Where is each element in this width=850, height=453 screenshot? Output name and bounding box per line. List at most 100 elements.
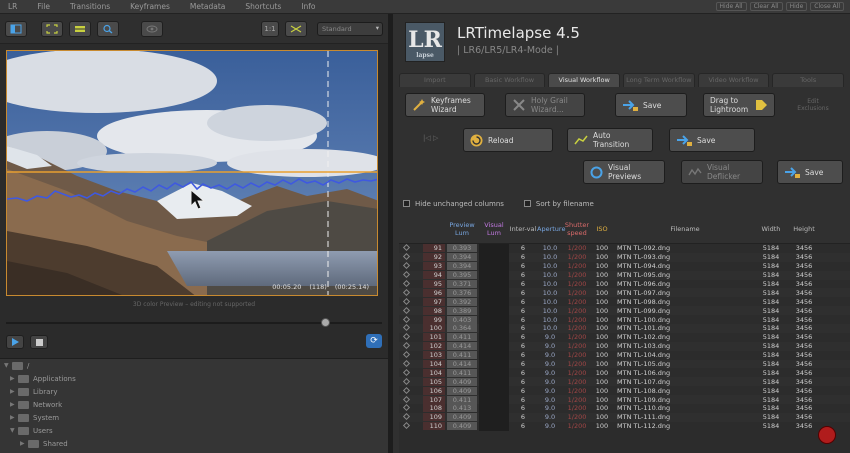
menu-item-transitions[interactable]: Transitions bbox=[70, 2, 110, 11]
col-iso[interactable]: ISO bbox=[591, 225, 613, 233]
expand-icon[interactable]: ▶ bbox=[10, 375, 18, 382]
navigate-arrows[interactable]: |◁ ▷ bbox=[423, 134, 438, 142]
table-row[interactable]: 105 0.409 6 9.0 1/200 100 MTN TL-107.dng 5184 34… bbox=[399, 377, 850, 387]
col-shutter-speed[interactable]: Shutter speed bbox=[563, 221, 591, 237]
keyframe-diamond-icon[interactable] bbox=[399, 359, 413, 368]
hide-unchanged-checkbox[interactable]: Hide unchanged columns bbox=[403, 200, 504, 208]
table-row[interactable]: 94 0.395 6 10.0 1/200 100 MTN TL-095.dng 5184 34… bbox=[399, 270, 850, 280]
table-row[interactable]: 104 0.411 6 9.0 1/200 100 MTN TL-106.dng 5184 34… bbox=[399, 368, 850, 378]
clear-all-button[interactable]: Clear All bbox=[749, 2, 783, 11]
table-row[interactable]: 97 0.392 6 10.0 1/200 100 MTN TL-098.dng 5184 34… bbox=[399, 297, 850, 307]
table-row[interactable]: 109 0.409 6 9.0 1/200 100 MTN TL-111.dng 5184 34… bbox=[399, 412, 850, 422]
crossfade-button[interactable] bbox=[285, 20, 307, 37]
keyframe-diamond-icon[interactable] bbox=[399, 395, 413, 404]
hide-button[interactable]: Hide bbox=[785, 2, 808, 11]
keyframe-diamond-icon[interactable] bbox=[399, 413, 413, 421]
keyframe-diamond-icon[interactable] bbox=[399, 377, 413, 386]
tree-item[interactable]: ▶ Network bbox=[0, 398, 388, 411]
col-width[interactable]: Width bbox=[753, 225, 789, 233]
keyframe-diamond-icon[interactable] bbox=[399, 368, 413, 377]
visual-deflicker-button[interactable]: Visual Deflicker bbox=[681, 160, 763, 184]
table-row[interactable]: 99 0.403 6 10.0 1/200 100 MTN TL-100.dng 5184 34… bbox=[399, 315, 850, 325]
table-row[interactable]: 108 0.413 6 9.0 1/200 100 MTN TL-110.dng 5184 34… bbox=[399, 404, 850, 413]
expand-icon[interactable]: ▶ bbox=[20, 440, 28, 447]
holy-grail-wizard-button[interactable]: Holy Grail Wizard... bbox=[505, 93, 585, 117]
timeline-thumb[interactable] bbox=[320, 318, 330, 327]
tree-item[interactable]: ▶ Shared bbox=[0, 437, 388, 450]
sort-by-filename-checkbox[interactable]: Sort by filename bbox=[523, 200, 594, 208]
tree-item[interactable]: ▶ Library bbox=[0, 385, 388, 398]
hide-all-button[interactable]: Hide All bbox=[715, 2, 747, 11]
fullscreen-button[interactable] bbox=[41, 20, 63, 37]
table-row[interactable]: 104 0.414 6 9.0 1/200 100 MTN TL-105.dng 5184 34… bbox=[399, 359, 850, 369]
tab-long-term-workflow[interactable]: Long Term Workflow bbox=[623, 73, 695, 87]
curve-view-button[interactable] bbox=[69, 20, 91, 37]
menu-item-info[interactable]: Info bbox=[301, 2, 315, 11]
table-row[interactable]: 98 0.389 6 10.0 1/200 100 MTN TL-099.dng 5184 34… bbox=[399, 306, 850, 316]
menu-item-lr[interactable]: LR bbox=[8, 2, 17, 11]
collapse-icon[interactable]: ▼ bbox=[4, 362, 12, 369]
timeline-slider[interactable] bbox=[6, 318, 382, 328]
menu-item-shortcuts[interactable]: Shortcuts bbox=[245, 2, 281, 11]
collapse-icon[interactable]: ▼ bbox=[10, 427, 18, 434]
reload-button[interactable]: Reload bbox=[463, 128, 553, 152]
keyframes-wizard-button[interactable]: Keyframes Wizard bbox=[405, 93, 485, 117]
save-button-1[interactable]: Save bbox=[615, 93, 687, 117]
col-filename[interactable]: Filename bbox=[613, 225, 753, 233]
menu-item-file[interactable]: File bbox=[37, 2, 50, 11]
keyframe-diamond-icon[interactable] bbox=[399, 244, 413, 252]
record-indicator-icon[interactable] bbox=[818, 426, 836, 444]
auto-transition-button[interactable]: Auto Transition bbox=[567, 128, 653, 152]
expand-icon[interactable]: ▶ bbox=[10, 401, 18, 408]
keyframe-diamond-icon[interactable] bbox=[399, 315, 413, 324]
table-row[interactable]: 92 0.394 6 10.0 1/200 100 MTN TL-093.dng 5184 34… bbox=[399, 252, 850, 262]
tree-item[interactable]: ▼ Users bbox=[0, 424, 388, 437]
keyframe-diamond-icon[interactable] bbox=[399, 288, 413, 297]
edit-exclusions-button[interactable]: Edit Exclusions bbox=[797, 98, 829, 112]
keyframe-diamond-icon[interactable] bbox=[399, 262, 413, 270]
table-row[interactable]: 102 0.414 6 9.0 1/200 100 MTN TL-103.dng 5184 34… bbox=[399, 341, 850, 351]
tree-item[interactable]: ▶ System bbox=[0, 411, 388, 424]
table-row[interactable]: 110 0.409 6 9.0 1/200 100 MTN TL-112.dng 5184 34… bbox=[399, 421, 850, 431]
col-interval[interactable]: Inter-val bbox=[509, 225, 537, 233]
tab-import[interactable]: Import bbox=[399, 73, 471, 87]
play-button[interactable] bbox=[6, 335, 24, 349]
stop-button[interactable] bbox=[30, 335, 48, 349]
save-button-2[interactable]: Save bbox=[669, 128, 755, 152]
col-visual-lum[interactable]: Visual Lum bbox=[479, 221, 509, 237]
tab-visual-workflow[interactable]: Visual Workflow bbox=[548, 73, 621, 87]
keyframe-diamond-icon[interactable] bbox=[399, 279, 413, 288]
drag-to-lightroom-button[interactable]: Drag to Lightroom bbox=[703, 93, 775, 117]
tab-tools[interactable]: Tools bbox=[772, 73, 845, 87]
table-row[interactable]: 107 0.411 6 9.0 1/200 100 MTN TL-109.dng 5184 34… bbox=[399, 395, 850, 405]
keyframe-diamond-icon[interactable] bbox=[399, 342, 413, 350]
col-height[interactable]: Height bbox=[789, 225, 819, 233]
table-row[interactable]: 106 0.409 6 9.0 1/200 100 MTN TL-108.dng 5184 34… bbox=[399, 386, 850, 396]
keyframe-diamond-icon[interactable] bbox=[399, 422, 413, 430]
col-aperture[interactable]: Aperture bbox=[537, 225, 565, 233]
eye-button[interactable] bbox=[141, 20, 163, 37]
zoom-tool-button[interactable] bbox=[97, 20, 119, 37]
tab-basic-workflow[interactable]: Basic Workflow bbox=[473, 73, 546, 87]
keyframe-diamond-icon[interactable] bbox=[399, 253, 413, 261]
zoom-1-1-button[interactable]: 1:1 bbox=[261, 20, 279, 37]
menu-item-keyframes[interactable]: Keyframes bbox=[130, 2, 170, 11]
table-row[interactable]: 100 0.364 6 10.0 1/200 100 MTN TL-101.dng 5184 3… bbox=[399, 324, 850, 333]
table-row[interactable]: 101 0.411 6 9.0 1/200 100 MTN TL-102.dng 5184 34… bbox=[399, 332, 850, 342]
keyframe-diamond-icon[interactable] bbox=[399, 271, 413, 279]
visual-previews-button[interactable]: Visual Previews bbox=[583, 160, 665, 184]
col-preview-lum[interactable]: Preview Lum bbox=[445, 221, 479, 237]
expand-icon[interactable]: ▶ bbox=[10, 388, 18, 395]
preview-mode-select[interactable]: Standard bbox=[317, 21, 383, 36]
keyframe-diamond-icon[interactable] bbox=[399, 297, 413, 306]
preview-image[interactable]: 00:05.20 (118) (00:25.14) bbox=[6, 50, 378, 296]
table-row[interactable]: 95 0.371 6 10.0 1/200 100 MTN TL-096.dng 5184 34… bbox=[399, 279, 850, 289]
table-row[interactable]: 93 0.394 6 10.0 1/200 100 MTN TL-094.dng 5184 34… bbox=[399, 261, 850, 271]
table-row[interactable]: 96 0.376 6 10.0 1/200 100 MTN TL-097.dng 5184 34… bbox=[399, 288, 850, 298]
keyframe-diamond-icon[interactable] bbox=[399, 351, 413, 359]
tab-video-workflow[interactable]: Video Workflow bbox=[697, 73, 770, 87]
save-button-3[interactable]: Save bbox=[777, 160, 843, 184]
keyframe-diamond-icon[interactable] bbox=[399, 324, 413, 332]
keyframe-diamond-icon[interactable] bbox=[399, 306, 413, 315]
close-all-button[interactable]: Close All bbox=[810, 2, 844, 11]
